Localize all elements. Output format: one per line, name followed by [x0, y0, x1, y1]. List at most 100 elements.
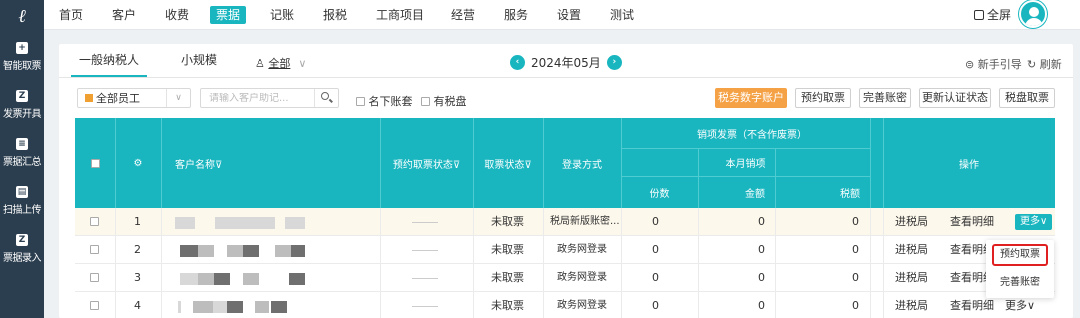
month-label: 2024年05月 [531, 55, 601, 70]
login-method: 政务网登录 [557, 300, 607, 311]
refresh-label: 刷新 [1039, 58, 1062, 71]
taxdisk-fetch-button[interactable]: 税盘取票 [999, 88, 1055, 108]
sidebar-item-label: 票据汇总 [3, 157, 42, 168]
reserve-status-empty [412, 250, 438, 251]
nav-tax-filing[interactable]: 报税 [323, 6, 347, 24]
nav-invoices[interactable]: 票据 [210, 6, 247, 24]
nav-business-projects[interactable]: 工商项目 [376, 6, 424, 24]
chevron-down-icon: ∨ [298, 57, 307, 70]
table-row[interactable]: 1 未取票 税局新版账密... 0 0 0 进税局 查看明细 更多∨ [75, 208, 1055, 236]
invoice-amount: 0 [758, 215, 765, 228]
row-checkbox[interactable] [90, 264, 99, 291]
nav-fees[interactable]: 收费 [165, 6, 189, 24]
main-card: 一般纳税人 小规模 ♙ 全部 ∨ ‹ 2024年05月 › ⊜ 新手引导 ↻ 刷新… [59, 44, 1073, 318]
column-settings-icon[interactable]: ⚙ [115, 118, 161, 208]
sidebar-item-scan-upload[interactable]: ▤ 扫描上传 [0, 177, 44, 225]
table-row[interactable]: 4 未取票 政务网登录 0 0 0 进税局 查看明细 更多∨ [75, 292, 1055, 318]
header-customer-name[interactable]: 客户名称⊽ [161, 118, 380, 208]
enter-tax-bureau-link[interactable]: 进税局 [895, 208, 928, 235]
app-logo: ℓ [18, 6, 26, 27]
row-checkbox[interactable] [90, 292, 99, 318]
invoice-tax: 0 [852, 243, 859, 256]
redacted-customer-name [178, 301, 181, 313]
nav-settings[interactable]: 设置 [557, 6, 581, 24]
table-row[interactable]: 3 未取票 政务网登录 0 0 0 进税局 查看明细 [75, 264, 1055, 292]
nav-services[interactable]: 服务 [504, 6, 528, 24]
enter-tax-bureau-link[interactable]: 进税局 [895, 292, 928, 318]
nav-bookkeeping[interactable]: 记账 [270, 6, 294, 24]
header-fetch-status[interactable]: 取票状态⊽ [473, 118, 543, 208]
plus-square-icon: + [16, 42, 28, 54]
employee-select-value: 全部员工 [96, 92, 140, 105]
reserve-fetch-button[interactable]: 预约取票 [795, 88, 851, 108]
invoice-tax: 0 [852, 299, 859, 312]
guide-link[interactable]: ⊜ 新手引导 [965, 56, 1022, 72]
nav-home[interactable]: 首页 [59, 6, 83, 24]
header-sales-invoices: 销项发票（不含作废票） [697, 129, 807, 141]
redacted-customer-name [180, 273, 198, 285]
entry-icon: Z [16, 234, 28, 246]
dropdown-reserve-fetch[interactable]: 预约取票 [992, 244, 1048, 266]
dropdown-complete-credentials[interactable]: 完善账密 [986, 272, 1054, 294]
row-checkbox[interactable] [90, 208, 99, 235]
filter-all-label: 全部 [268, 57, 291, 70]
row-checkbox[interactable] [90, 236, 99, 263]
table-row[interactable]: 2 未取票 政务网登录 0 0 0 进税局 查看明细 [75, 236, 1055, 264]
login-method: 政务网登录 [557, 244, 607, 255]
row-index: 2 [134, 243, 141, 256]
fullscreen-button[interactable]: 全屏 [974, 6, 1011, 24]
header-reserve-status[interactable]: 预约取票状态⊽ [380, 118, 473, 208]
tab-general-taxpayer[interactable]: 一般纳税人 [71, 44, 147, 77]
header-amount: 金额 [745, 188, 765, 200]
filter-all-dropdown[interactable]: ♙ 全部 ∨ [255, 55, 306, 71]
sidebar-item-label: 发票开具 [3, 109, 42, 120]
refresh-button[interactable]: ↻ 刷新 [1027, 56, 1062, 72]
fetch-status: 未取票 [491, 271, 524, 284]
search-input[interactable] [201, 92, 314, 104]
invoice-count: 0 [652, 299, 659, 312]
nav-test[interactable]: 测试 [610, 6, 634, 24]
next-month-button[interactable]: › [606, 54, 622, 70]
checkbox-box [90, 273, 99, 282]
user-icon: ♙ [255, 57, 265, 70]
search-icon [321, 92, 329, 100]
view-details-link[interactable]: 查看明细 [950, 208, 994, 235]
avatar[interactable] [1019, 0, 1047, 28]
nav-customers[interactable]: 客户 [112, 6, 136, 24]
owned-ledger-checkbox[interactable]: 名下账套 [356, 93, 413, 109]
checkbox-label: 名下账套 [368, 95, 413, 108]
checkbox-box [90, 301, 99, 310]
complete-credentials-button[interactable]: 完善账密 [859, 88, 911, 108]
sidebar-item-invoice-issue[interactable]: Z 发票开具 [0, 81, 44, 129]
sidebar-item-entry[interactable]: Z 票据录入 [0, 225, 44, 273]
scanner-icon: ▤ [16, 186, 28, 198]
prev-month-button[interactable]: ‹ [510, 54, 525, 70]
sidebar-item-smart-fetch[interactable]: + 智能取票 [0, 33, 44, 81]
fetch-status: 未取票 [491, 215, 524, 228]
tax-digital-account-button[interactable]: 税务数字账户 [715, 88, 787, 108]
invoice-amount: 0 [758, 243, 765, 256]
reserve-status-empty [412, 278, 438, 279]
redacted-customer-name [175, 217, 195, 229]
sidebar-item-label: 票据录入 [3, 253, 42, 264]
invoice-amount: 0 [758, 271, 765, 284]
tab-small-scale[interactable]: 小规模 [169, 44, 229, 77]
row-index: 1 [134, 215, 141, 228]
employee-select[interactable]: 全部员工 ∨ [77, 88, 191, 108]
enter-tax-bureau-link[interactable]: 进税局 [895, 236, 928, 263]
left-sidebar: ℓ + 智能取票 Z 发票开具 ≡ 票据汇总 ▤ 扫描上传 Z 票据录入 [0, 0, 44, 318]
update-cert-status-button[interactable]: 更新认证状态 [919, 88, 991, 108]
has-taxdisk-checkbox[interactable]: 有税盘 [421, 93, 467, 109]
fetch-status: 未取票 [491, 299, 524, 312]
more-actions-dropdown: 预约取票 完善账密 [986, 240, 1054, 298]
search-button[interactable] [314, 89, 338, 107]
fullscreen-label: 全屏 [987, 8, 1012, 22]
invoice-amount: 0 [758, 299, 765, 312]
select-all-checkbox[interactable] [75, 118, 115, 208]
sidebar-item-summary[interactable]: ≡ 票据汇总 [0, 129, 44, 177]
more-button[interactable]: 更多∨ [1015, 214, 1053, 230]
nav-operations[interactable]: 经营 [451, 6, 475, 24]
fetch-status: 未取票 [491, 243, 524, 256]
enter-tax-bureau-link[interactable]: 进税局 [895, 264, 928, 291]
top-nav-bar: 首页 客户 收费 票据 记账 报税 工商项目 经营 服务 设置 测试 全屏 [44, 0, 1080, 30]
